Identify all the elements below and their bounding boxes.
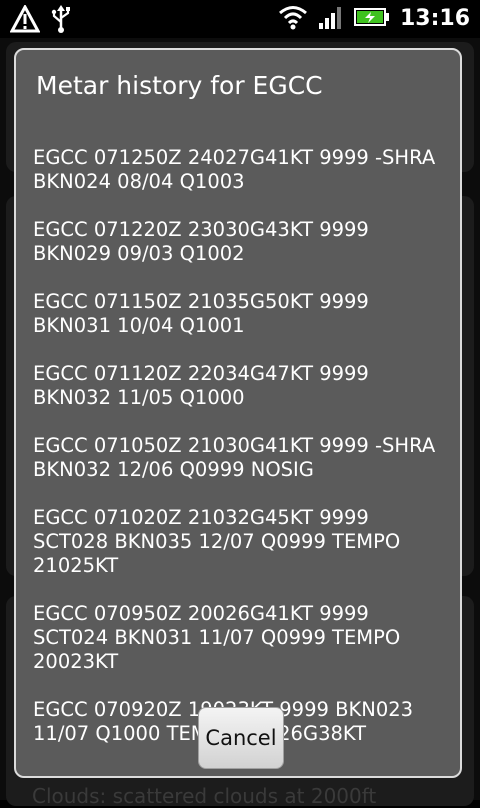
- background-clouds-text: Clouds: scattered clouds at 2000ft: [32, 784, 377, 808]
- metar-item[interactable]: EGCC 071220Z 23030G43KT 9999 BKN029 09/0…: [16, 218, 460, 266]
- usb-icon: [50, 4, 72, 38]
- metar-item[interactable]: EGCC 071050Z 21030G41KT 9999 -SHRA BKN03…: [16, 434, 460, 482]
- metar-item[interactable]: EGCC 071250Z 24027G41KT 9999 -SHRA BKN02…: [16, 146, 460, 194]
- signal-icon: [318, 4, 344, 34]
- wifi-icon: [278, 4, 308, 34]
- metar-item[interactable]: EGCC 071120Z 22034G47KT 9999 BKN032 11/0…: [16, 362, 460, 410]
- metar-history-dialog: Metar history for EGCC EGCC 071250Z 2402…: [14, 48, 462, 778]
- metar-item[interactable]: EGCC 071150Z 21035G50KT 9999 BKN031 10/0…: [16, 290, 460, 338]
- cancel-button[interactable]: Cancel: [198, 707, 284, 769]
- clock: 13:16: [399, 6, 470, 31]
- metar-item[interactable]: EGCC 070950Z 20026G41KT 9999 SCT024 BKN0…: [16, 602, 460, 674]
- battery-charging-icon: [353, 6, 390, 32]
- status-bar: 13:16: [0, 0, 480, 38]
- dialog-title: Metar history for EGCC: [36, 71, 323, 100]
- metar-list[interactable]: EGCC 071250Z 24027G41KT 9999 -SHRA BKN02…: [16, 146, 460, 746]
- notification-icons: [9, 3, 72, 38]
- system-icons: 13:16: [278, 4, 470, 34]
- metar-item[interactable]: EGCC 071020Z 21032G45KT 9999 SCT028 BKN0…: [16, 506, 460, 578]
- warning-icon: [9, 3, 41, 37]
